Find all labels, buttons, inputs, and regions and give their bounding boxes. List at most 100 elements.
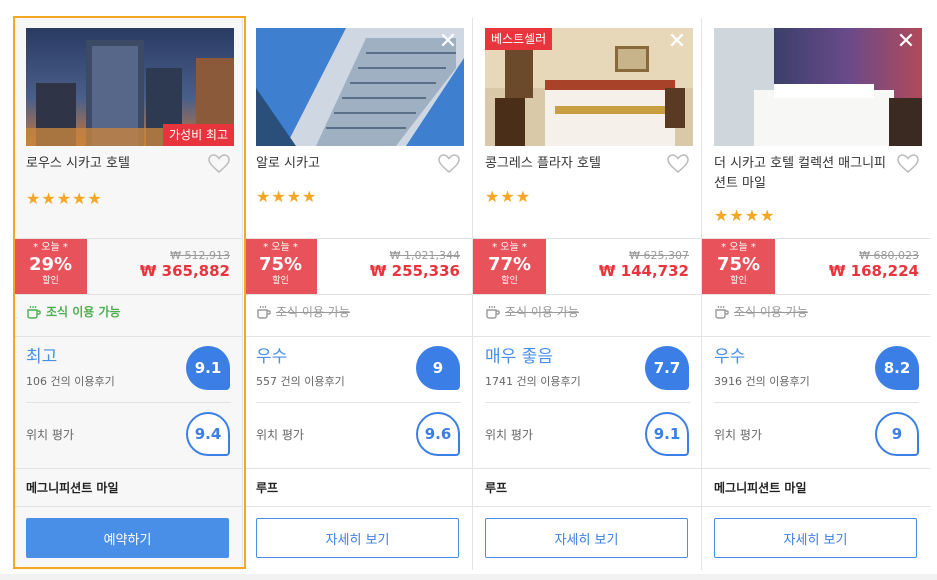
divider [702,506,931,507]
hotel-card-4[interactable]: ✕ 더 시카고 호텔 컬렉션 매그니피션트 마일 ★★★★ * 오늘 * 75%… [702,18,931,570]
divider [26,402,231,403]
discounted-price[interactable]: ₩ 365,882 [140,262,230,280]
hotel-photo[interactable]: ✕ [714,28,922,146]
original-price: ₩ 625,307 [629,249,689,262]
divider [244,506,473,507]
coffee-cup-icon [257,306,271,319]
best-value-ribbon: 가성비 최고 [162,124,234,146]
deal-badge: * 오늘 * 75% 할인 [702,239,775,295]
deal-today-label: * 오늘 * [263,242,298,253]
rating-word: 우수 [256,347,288,367]
view-details-button[interactable]: 자세히 보기 [485,518,688,558]
review-count[interactable]: 1741 건의 이용후기 [485,373,581,389]
hotel-card-1[interactable]: 가성비 최고 로우스 시카고 호텔 ★★★★★ * 오늘 * 29% 할인 ₩ … [14,18,243,570]
hotel-card-3[interactable]: 베스트셀러 ✕ 콩그레스 플라자 호텔 ★★★ * 오늘 * 77% 할인 ₩ … [473,18,702,570]
area-name: 메그니피션트 마일 [26,481,119,495]
deal-today-label: * 오늘 * [33,242,68,253]
location-label: 위치 평가 [256,428,304,442]
original-price: ₩ 1,021,344 [389,249,460,262]
location-label: 위치 평가 [485,428,533,442]
hotel-photo[interactable]: 가성비 최고 [26,28,234,146]
hotel-name[interactable]: 알로 시카고 [256,154,436,174]
close-icon[interactable]: ✕ [438,31,458,53]
divider [244,468,473,469]
divider [473,468,702,469]
star-rating: ★★★★ [714,206,776,225]
star-rating: ★★★★★ [26,189,103,208]
footer-strip [0,574,937,580]
rating-word: 매우 좋음 [485,347,553,367]
area-name: 루프 [485,481,508,495]
book-button[interactable]: 예약하기 [26,518,229,558]
deal-percent: 75% [258,254,303,275]
discounted-price[interactable]: ₩ 168,224 [829,262,919,280]
divider [14,336,243,337]
breakfast-available: 조식 이용 가능 [26,302,121,322]
divider [714,402,919,403]
location-score-badge: 9.6 [416,412,460,456]
hotel-name[interactable]: 로우스 시카고 호텔 [26,154,206,174]
review-count[interactable]: 106 건의 이용후기 [26,373,115,389]
breakfast-unavailable: 조식 이용 가능 [714,302,808,322]
location-label: 위치 평가 [26,428,74,442]
deal-percent: 29% [28,254,73,275]
discounted-price[interactable]: ₩ 255,336 [370,262,460,280]
review-count[interactable]: 3916 건의 이용후기 [714,373,810,389]
hotel-name[interactable]: 더 시카고 호텔 컬렉션 매그니피션트 마일 [714,154,894,194]
view-details-button[interactable]: 자세히 보기 [256,518,459,558]
review-score-badge: 7.7 [645,346,689,390]
divider [244,336,473,337]
original-price: ₩ 680,023 [859,249,919,262]
review-count[interactable]: 557 건의 이용후기 [256,373,345,389]
divider [473,336,702,337]
deal-today-label: * 오늘 * [721,242,756,253]
divider [473,506,702,507]
divider [485,402,690,403]
area-name: 메그니피션트 마일 [714,481,807,495]
discounted-price[interactable]: ₩ 144,732 [599,262,689,280]
close-icon[interactable]: ✕ [896,31,916,53]
deal-today-label: * 오늘 * [492,242,527,253]
hotel-photo[interactable]: ✕ [256,28,464,146]
heart-icon[interactable] [897,154,919,174]
deal-label: 할인 [42,276,59,286]
breakfast-label: 조식 이용 가능 [505,305,579,319]
review-score-badge: 9.1 [186,346,230,390]
divider [702,468,931,469]
hotel-card-2[interactable]: ✕ 알로 시카고 ★★★★ * 오늘 * 75% 할인 ₩ 1,021,344 … [244,18,473,570]
divider [702,336,931,337]
original-price: ₩ 512,913 [170,249,230,262]
coffee-cup-icon [27,306,41,319]
close-icon[interactable]: ✕ [667,31,687,53]
divider [14,294,243,295]
divider [14,468,243,469]
hotel-photo[interactable]: 베스트셀러 ✕ [485,28,693,146]
divider [256,402,461,403]
hotel-name[interactable]: 콩그레스 플라자 호텔 [485,154,665,174]
coffee-cup-icon [486,306,500,319]
heart-icon[interactable] [667,154,689,174]
deal-label: 할인 [501,276,518,286]
deal-badge: * 오늘 * 75% 할인 [244,239,317,295]
divider [473,294,702,295]
review-score-badge: 8.2 [875,346,919,390]
view-details-button[interactable]: 자세히 보기 [714,518,917,558]
location-label: 위치 평가 [714,428,762,442]
breakfast-unavailable: 조식 이용 가능 [256,302,350,322]
location-score-badge: 9.1 [645,412,689,456]
deal-badge: * 오늘 * 77% 할인 [473,239,546,295]
breakfast-label: 조식 이용 가능 [276,305,350,319]
heart-icon[interactable] [438,154,460,174]
deal-label: 할인 [272,276,289,286]
area-name: 루프 [256,481,279,495]
breakfast-unavailable: 조식 이용 가능 [485,302,579,322]
divider [244,294,473,295]
deal-percent: 75% [716,254,761,275]
coffee-cup-icon [715,306,729,319]
bestseller-ribbon: 베스트셀러 [485,28,553,50]
deal-percent: 77% [487,254,532,275]
rating-word: 우수 [714,347,746,367]
divider [14,506,243,507]
breakfast-label: 조식 이용 가능 [46,305,121,319]
heart-icon[interactable] [208,154,230,174]
